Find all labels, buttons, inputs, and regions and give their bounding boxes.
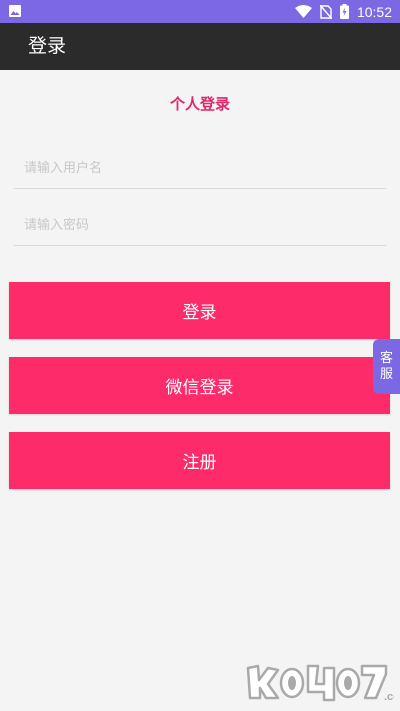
watermark-logo: .com (246, 664, 394, 703)
customer-service-label-1: 客 (379, 350, 393, 366)
image-icon (9, 5, 21, 17)
register-button[interactable]: 注册 (9, 432, 390, 489)
status-bar: 10:52 (0, 0, 400, 23)
page-title: 登录 (28, 35, 67, 57)
app-bar: 登录 (0, 23, 400, 70)
login-button[interactable]: 登录 (9, 282, 390, 339)
status-time: 10:52 (356, 3, 392, 20)
no-sim-icon (319, 4, 332, 19)
section-title: 个人登录 (169, 95, 230, 113)
wechat-login-button[interactable]: 微信登录 (9, 357, 390, 414)
svg-text:.com: .com (384, 691, 394, 703)
customer-service-tab[interactable]: 客 服 (373, 339, 400, 394)
battery-charging-icon (339, 4, 349, 19)
wifi-icon (294, 5, 312, 18)
username-input[interactable] (14, 148, 386, 188)
password-field-container (14, 205, 386, 246)
customer-service-label-2: 服 (379, 366, 393, 382)
username-field-container (14, 148, 386, 189)
password-input[interactable] (14, 205, 386, 245)
